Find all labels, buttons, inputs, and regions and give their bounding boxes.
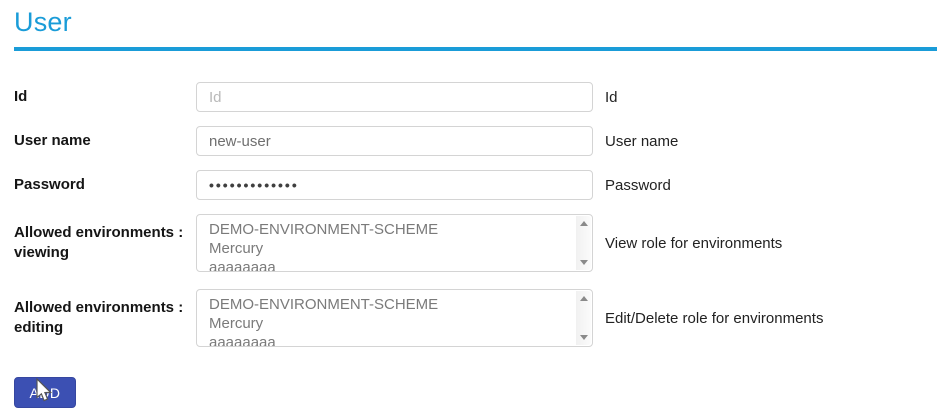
- env-viewing-listbox[interactable]: DEMO-ENVIRONMENT-SCHEME Mercury aaaaaaaa: [196, 214, 593, 272]
- scroll-down-icon[interactable]: [580, 335, 588, 340]
- user-form: Id Id User name User name Password Passw…: [14, 82, 937, 408]
- password-label: Password: [14, 175, 196, 195]
- list-item[interactable]: aaaaaaaa: [209, 258, 564, 272]
- scroll-up-icon[interactable]: [580, 221, 588, 226]
- add-button[interactable]: ADD: [14, 377, 76, 408]
- scrollbar[interactable]: [576, 216, 591, 270]
- form-row-id: Id Id: [14, 82, 937, 112]
- scroll-down-icon[interactable]: [580, 260, 588, 265]
- password-hint: Password: [605, 177, 671, 194]
- env-editing-listbox[interactable]: DEMO-ENVIRONMENT-SCHEME Mercury aaaaaaaa: [196, 289, 593, 347]
- form-row-env-viewing: Allowed environments : viewing DEMO-ENVI…: [14, 214, 937, 272]
- id-input[interactable]: [196, 82, 593, 112]
- env-viewing-label: Allowed environments : viewing: [14, 223, 196, 263]
- form-row-username: User name User name: [14, 126, 937, 156]
- env-viewing-hint: View role for environments: [605, 235, 782, 252]
- env-editing-hint: Edit/Delete role for environments: [605, 310, 823, 327]
- list-item[interactable]: Mercury: [209, 314, 564, 333]
- form-row-env-editing: Allowed environments : editing DEMO-ENVI…: [14, 289, 937, 347]
- username-input[interactable]: [196, 126, 593, 156]
- env-editing-label: Allowed environments : editing: [14, 298, 196, 338]
- id-label: Id: [14, 87, 196, 107]
- id-hint: Id: [605, 89, 618, 106]
- scrollbar[interactable]: [576, 291, 591, 345]
- page-title: User: [14, 7, 937, 38]
- user-form-page: User Id Id User name User name Password …: [14, 7, 937, 408]
- list-item[interactable]: DEMO-ENVIRONMENT-SCHEME: [209, 220, 564, 239]
- scroll-up-icon[interactable]: [580, 296, 588, 301]
- username-label: User name: [14, 131, 196, 151]
- list-item[interactable]: DEMO-ENVIRONMENT-SCHEME: [209, 295, 564, 314]
- list-item[interactable]: aaaaaaaa: [209, 333, 564, 347]
- title-underline: [14, 47, 937, 51]
- list-item[interactable]: Mercury: [209, 239, 564, 258]
- password-input[interactable]: [196, 170, 593, 200]
- form-row-password: Password Password: [14, 170, 937, 200]
- username-hint: User name: [605, 133, 678, 150]
